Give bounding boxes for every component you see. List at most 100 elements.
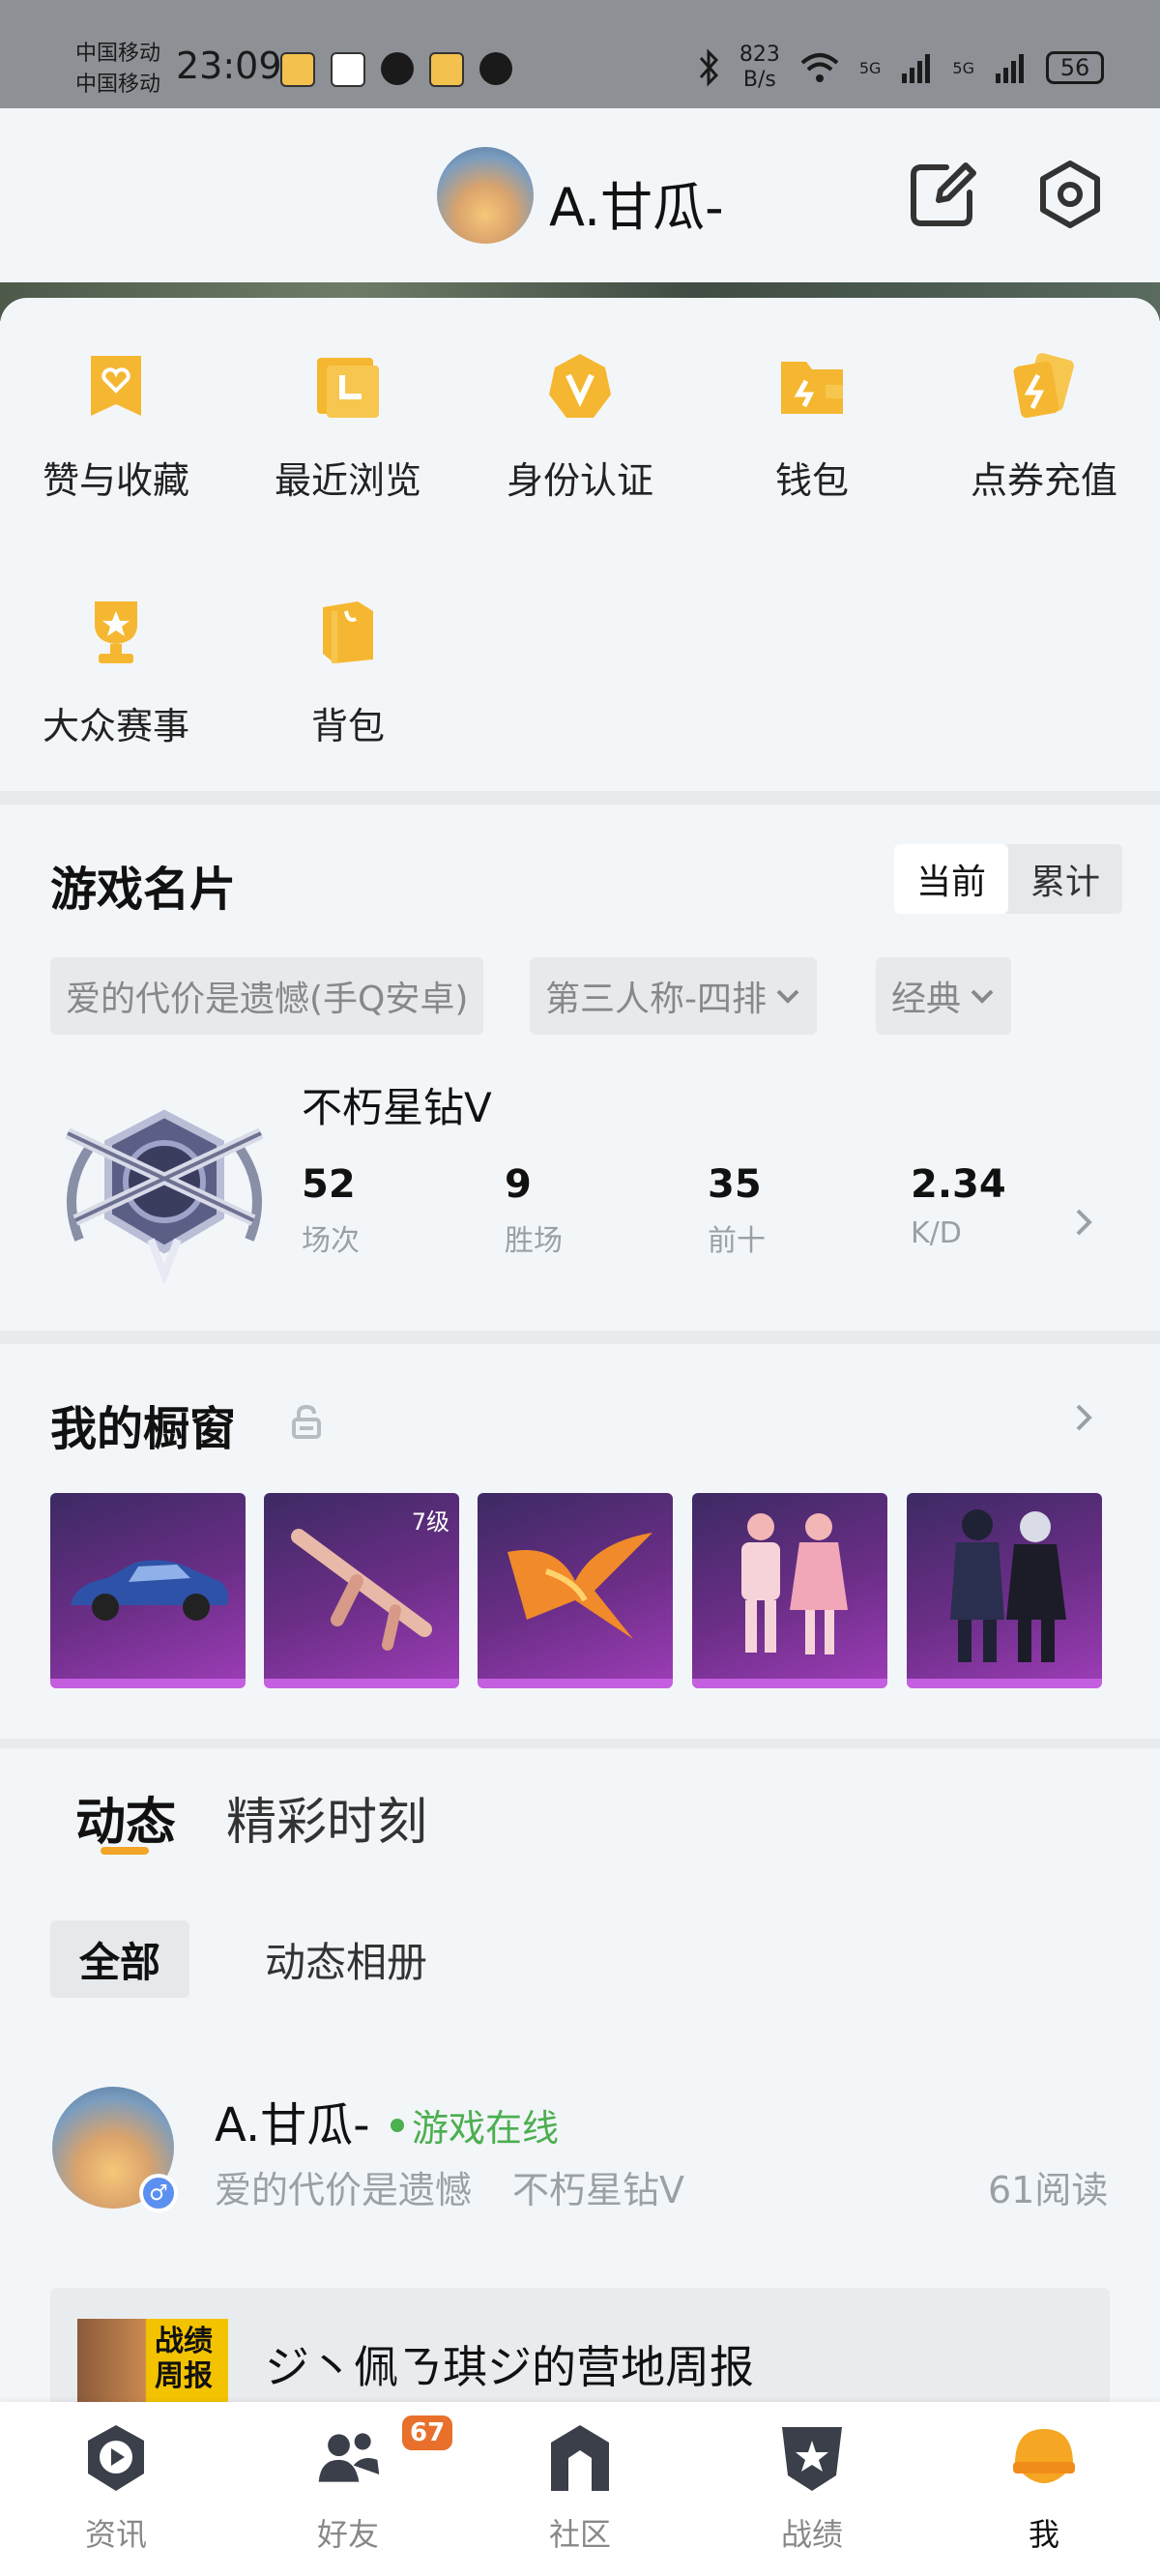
edit-icon <box>911 162 976 226</box>
wallet-icon <box>781 362 843 414</box>
hexagon-settings-icon <box>1040 161 1100 228</box>
app-notification-icon <box>280 52 315 87</box>
showcase-item[interactable]: 7级 <box>264 1493 459 1688</box>
showcase-item[interactable] <box>692 1493 887 1688</box>
chat-bubble-icon <box>479 52 512 85</box>
tab-indicator <box>101 1847 149 1855</box>
recent-browse-icon <box>317 358 379 418</box>
notification-icons <box>280 52 512 87</box>
map-filter[interactable]: 经典 <box>876 957 1012 1035</box>
male-gender-icon: ♂ <box>139 2174 178 2212</box>
stat-matches: 52 场次 <box>302 1162 360 1258</box>
chevron-down-icon <box>776 989 799 1004</box>
carrier-labels: 中国移动 中国移动 <box>75 39 160 101</box>
status-bar: 中国移动 中国移动 23:09 823 B/s 5G 5G 56 <box>0 0 1160 108</box>
bluetooth-icon <box>699 48 718 87</box>
coupon-cards-icon <box>1013 353 1074 419</box>
signal-1-label: 5G <box>858 58 882 77</box>
stat-wins: 9 胜场 <box>505 1162 563 1258</box>
tab-posts[interactable]: 动态 <box>75 1781 176 1854</box>
online-dot-icon <box>391 2118 404 2132</box>
menu-recent-browse[interactable]: 最近浏览 <box>232 352 464 504</box>
nav-me[interactable]: 我 <box>967 2423 1121 2555</box>
system-indicators: 823 B/s 5G 5G 56 <box>697 43 1104 93</box>
rank-badge-icon <box>65 1109 264 1284</box>
avatar[interactable] <box>437 147 534 244</box>
carrier-2: 中国移动 <box>75 73 161 97</box>
car-icon <box>71 1560 229 1621</box>
nav-friends[interactable]: 67 好友 <box>271 2415 453 2555</box>
menu-backpack[interactable]: 背包 <box>232 598 464 749</box>
toggle-cumulative[interactable]: 累计 <box>1008 844 1122 914</box>
chevron-right-icon <box>1076 1209 1092 1236</box>
qq-icon <box>381 52 414 85</box>
bottom-navigation: 资讯 67 好友 社区 战绩 我 <box>0 2402 1160 2576</box>
signal-bars-icon <box>902 54 931 83</box>
online-status: 游戏在线 <box>391 2098 559 2152</box>
clock: 23:09 <box>176 44 282 87</box>
friends-count-badge: 67 <box>402 2415 453 2450</box>
me-helmet-icon <box>1013 2429 1075 2483</box>
nav-records[interactable]: 战绩 <box>735 2423 889 2555</box>
showcase-title: 我的橱窗 <box>50 1402 237 1456</box>
carrier-1: 中国移动 <box>75 42 161 66</box>
menu-public-events[interactable]: 大众赛事 <box>0 598 232 749</box>
post-rank: 不朽星钻V <box>512 2169 684 2211</box>
stat-top10: 35 前十 <box>708 1162 766 1258</box>
profile-header: A.甘瓜- <box>0 108 1160 288</box>
section-divider <box>0 1331 1160 1344</box>
stat-kd: 2.34 K/D <box>911 1162 1006 1250</box>
armor-outfit-icon <box>950 1509 1066 1662</box>
stats-period-toggle: 当前 累计 <box>894 844 1122 914</box>
bookmark-heart-icon <box>91 356 141 416</box>
trophy-icon <box>95 601 137 663</box>
edit-profile-button[interactable] <box>905 157 980 232</box>
app-notification-icon <box>331 52 365 87</box>
post-read-count: 61阅读 <box>988 2169 1109 2211</box>
network-speed: 823 B/s <box>739 43 780 92</box>
showcase-more-button[interactable] <box>1067 1400 1102 1435</box>
toggle-current[interactable]: 当前 <box>894 844 1008 914</box>
settings-button[interactable] <box>1032 157 1108 232</box>
friends-icon <box>318 2433 380 2482</box>
chevron-right-icon <box>1076 1404 1092 1431</box>
showcase-item[interactable] <box>478 1493 673 1688</box>
lock-icon <box>292 1404 321 1439</box>
rank-name: 不朽星钻V <box>302 1084 492 1131</box>
post-author-name[interactable]: A.甘瓜- <box>215 2087 370 2154</box>
record-shield-icon <box>782 2427 842 2491</box>
signal-2-label: 5G <box>952 58 974 77</box>
menu-coupon-topup[interactable]: 点券充值 <box>928 352 1160 504</box>
username-title: A.甘瓜- <box>549 177 724 238</box>
couple-outfit-icon <box>741 1513 848 1654</box>
subtab-album[interactable]: 动态相册 <box>265 1920 427 1998</box>
news-play-icon <box>88 2425 144 2491</box>
app-notification-icon <box>429 52 464 87</box>
subtab-all[interactable]: 全部 <box>50 1920 189 1998</box>
section-divider <box>0 1739 1160 1748</box>
menu-identity-verify[interactable]: 身份认证 <box>464 352 696 504</box>
battery-indicator: 56 <box>1046 51 1104 84</box>
account-filter[interactable]: 爱的代价是遗憾(手Q安卓) <box>50 957 484 1035</box>
nav-community[interactable]: 社区 <box>503 2423 657 2555</box>
showcase-item[interactable] <box>907 1493 1102 1688</box>
showcase-item[interactable] <box>50 1493 246 1688</box>
backpack-icon <box>323 601 373 663</box>
game-stats-detail-button[interactable] <box>1067 1205 1102 1240</box>
post-game-id: 爱的代价是遗憾 <box>215 2169 473 2211</box>
mode-filter[interactable]: 第三人称-四排 <box>530 957 817 1035</box>
wifi-icon <box>800 53 839 82</box>
section-divider <box>0 791 1160 805</box>
menu-wallet[interactable]: 钱包 <box>696 352 928 504</box>
phoenix-glider-icon <box>508 1533 652 1639</box>
chevron-down-icon <box>971 989 994 1004</box>
game-card-title: 游戏名片 <box>50 863 237 917</box>
signal-bars-icon <box>996 54 1024 83</box>
quick-menu: 赞与收藏 最近浏览 身份认证 钱包 点券充值 大众赛事 背包 <box>0 298 1160 793</box>
tab-highlights[interactable]: 精彩时刻 <box>226 1781 427 1854</box>
community-house-icon <box>551 2425 609 2491</box>
report-title: ジ丶佩ㄋ琪ジ的营地周报 <box>265 2341 754 2393</box>
verified-badge-icon <box>549 354 611 418</box>
menu-likes-favorites[interactable]: 赞与收藏 <box>0 352 232 504</box>
nav-news[interactable]: 资讯 <box>39 2423 193 2555</box>
